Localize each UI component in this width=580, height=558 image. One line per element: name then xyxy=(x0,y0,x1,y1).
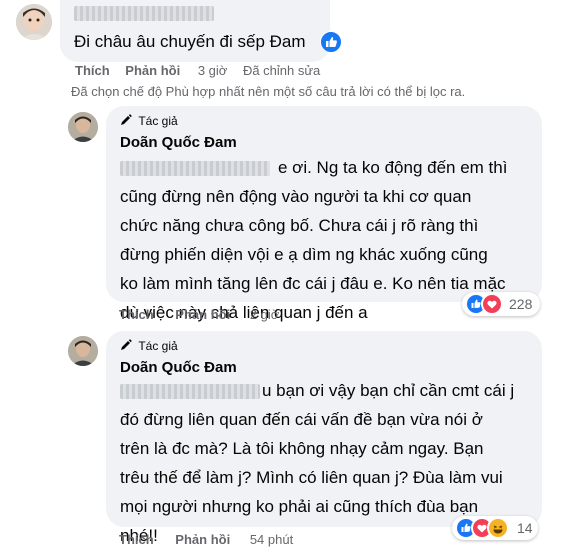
author-name[interactable]: Doãn Quốc Đam xyxy=(120,359,237,376)
author-avatar-image xyxy=(68,112,98,142)
reply-link[interactable]: Phản hồi xyxy=(175,307,230,322)
reaction-count: 14 xyxy=(517,520,533,536)
filter-notice: Đã chọn chế độ Phù hợp nhất nên một số c… xyxy=(71,84,466,99)
comment-bubble: Tác giả Doãn Quốc Đam e ơi. Ng ta ko độn… xyxy=(106,106,542,322)
timestamp[interactable]: 3 giờ xyxy=(198,63,228,78)
comment-line: cũng đừng nên động vào người ta khi cơ q… xyxy=(120,187,472,206)
comment-line: chức năng chưa công bố. Chưa cái j rõ rà… xyxy=(120,216,479,235)
reaction-summary[interactable]: 14 xyxy=(452,516,538,540)
edited-label: Đã chỉnh sửa xyxy=(242,63,321,78)
comment-line: e ơi. Ng ta ko động đến em thì xyxy=(278,158,508,177)
love-icon xyxy=(481,293,503,315)
reply-link[interactable]: Phản hồi xyxy=(175,532,230,547)
comment-bubble: Tác giả Doãn Quốc Đam u bạn ơi vậy bạn c… xyxy=(106,331,542,545)
comment-actions: Thích Phản hồi 3 giờ Đã chỉnh sửa xyxy=(75,63,320,78)
author-badge: Tác giả xyxy=(120,339,178,353)
pen-icon xyxy=(121,339,132,350)
comment-actions: Thích Phản hồi 54 phút xyxy=(119,532,293,547)
comment-line: u bạn ơi vậy bạn chỉ cần cmt cái j xyxy=(262,381,515,400)
pen-icon xyxy=(121,114,132,125)
comment-text: Đi châu âu chuyến đi sếp Đam xyxy=(74,32,306,51)
comment-bubble: Đi châu âu chuyến đi sếp Đam xyxy=(60,0,330,62)
timestamp[interactable]: 2 giờ xyxy=(250,307,280,322)
timestamp[interactable]: 54 phút xyxy=(250,532,293,547)
like-link[interactable]: Thích xyxy=(75,63,110,78)
redacted-mention xyxy=(120,161,270,177)
redacted-name xyxy=(74,6,214,21)
badge-label: Tác giả xyxy=(138,114,178,128)
author-badge: Tác giả xyxy=(120,114,178,128)
author-name[interactable]: Doãn Quốc Đam xyxy=(120,134,237,151)
haha-icon xyxy=(487,517,509,539)
reply-link[interactable]: Phản hồi xyxy=(125,63,180,78)
like-link[interactable]: Thích xyxy=(119,532,154,547)
reaction-summary[interactable]: 228 xyxy=(462,292,540,316)
comment-line: đó đừng liên quan đến cái vấn đề bạn vừa… xyxy=(120,410,483,429)
reaction-count: 228 xyxy=(509,296,533,312)
comment-actions: Thích Phản hồi 2 giờ xyxy=(119,307,279,322)
author-avatar-image xyxy=(68,336,98,366)
comment-line: đừng phiến diện vội e ạ dìm ng khác xuốn… xyxy=(120,245,488,264)
comment-line: trêu thế để làm j? Mình có liên quan j? … xyxy=(120,468,503,487)
avatar[interactable] xyxy=(16,4,52,40)
redacted-mention xyxy=(120,384,260,400)
child-avatar-image xyxy=(16,4,52,40)
comment-line: trên là đc mà? Là tôi không nhạy cảm nga… xyxy=(120,439,484,458)
like-link[interactable]: Thích xyxy=(119,307,154,322)
badge-label: Tác giả xyxy=(138,339,178,353)
avatar[interactable] xyxy=(68,112,98,142)
avatar[interactable] xyxy=(68,336,98,366)
like-icon xyxy=(320,31,342,53)
